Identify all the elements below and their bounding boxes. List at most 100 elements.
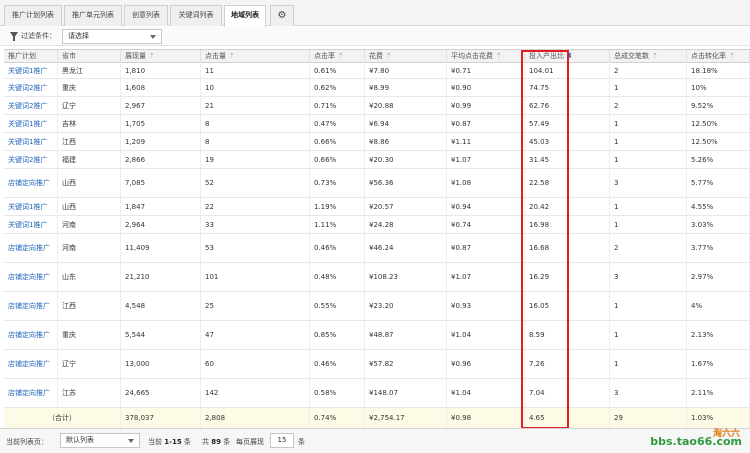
- cell-region: 山西: [58, 169, 121, 197]
- column-header-cvr[interactable]: 点击转化率 ⇡: [687, 50, 750, 63]
- table-row[interactable]: 店铺定向推广 重庆 5,544 47 0.85% ¥48.87 ¥1.04 8.59 1 2.13…: [4, 321, 750, 350]
- cell-orders: 1: [610, 151, 687, 168]
- column-header-cost[interactable]: 花费 ⇡: [365, 50, 447, 63]
- filter-select-value: 请选择: [68, 32, 89, 40]
- cell-plan[interactable]: 店铺定向推广: [4, 292, 58, 320]
- cell-region: 辽宁: [58, 350, 121, 378]
- cell-cpc: ¥0.87: [447, 115, 525, 132]
- table-row[interactable]: 关键词1推广 江西 1,209 8 0.66% ¥8.86 ¥1.11 45.03 1 12.50…: [4, 133, 750, 151]
- tab-creative-list[interactable]: 创意列表: [124, 5, 168, 26]
- cell-plan[interactable]: 店铺定向推广: [4, 263, 58, 291]
- cell-cost: ¥108.23: [365, 263, 447, 291]
- cell-roi: 62.76: [525, 97, 610, 114]
- cell-cpc: ¥1.11: [447, 133, 525, 150]
- cell-cost: ¥56.36: [365, 169, 447, 197]
- cell-plan[interactable]: 关键词1推广: [4, 115, 58, 132]
- sort-arrow-icon[interactable]: ⇡: [229, 50, 235, 62]
- cell-roi: 104.01: [525, 64, 610, 78]
- cell-clicks: 10: [201, 79, 310, 96]
- sort-arrow-icon[interactable]: ⇡: [729, 50, 735, 62]
- cell-plan[interactable]: 店铺定向推广: [4, 321, 58, 349]
- cell-cvr: 12.50%: [687, 133, 750, 150]
- total-cvr: 1.03%: [687, 408, 750, 428]
- column-header-label: 点击率: [314, 52, 335, 60]
- column-header-label: 点击量: [205, 52, 226, 60]
- tab-region-list[interactable]: 地域列表: [224, 5, 266, 27]
- tab-campaign-list[interactable]: 推广计划列表: [4, 5, 62, 26]
- cell-plan[interactable]: 关键词1推广: [4, 198, 58, 215]
- table-row[interactable]: 店铺定向推广 河南 11,409 53 0.46% ¥46.24 ¥0.87 16.68 2 3.…: [4, 234, 750, 263]
- cell-plan[interactable]: 店铺定向推广: [4, 350, 58, 378]
- total-suffix: 条: [223, 438, 231, 446]
- total-cost: ¥2,754.17: [365, 408, 447, 428]
- table-row[interactable]: 关键词2推广 辽宁 2,967 21 0.71% ¥20.88 ¥0.99 62.76 2 9.5…: [4, 97, 750, 115]
- cell-plan[interactable]: 关键词1推广: [4, 64, 58, 78]
- sort-down-icon[interactable]: ⬇: [567, 50, 573, 62]
- cell-cpc: ¥0.93: [447, 292, 525, 320]
- column-header-cpc[interactable]: 平均点击花费 ⇡: [447, 50, 525, 63]
- total-label: （合计）: [4, 408, 121, 428]
- column-header-label: 花费: [369, 52, 383, 60]
- table-row[interactable]: 关键词1推广 河南 2,964 33 1.11% ¥24.28 ¥0.74 16.98 1 3.0…: [4, 216, 750, 234]
- cell-clicks: 47: [201, 321, 310, 349]
- cell-impressions: 21,210: [121, 263, 201, 291]
- cell-clicks: 25: [201, 292, 310, 320]
- table-row[interactable]: 店铺定向推广 辽宁 13,000 60 0.46% ¥57.82 ¥0.96 7.26 1 1.6…: [4, 350, 750, 379]
- cell-plan[interactable]: 店铺定向推广: [4, 169, 58, 197]
- sort-arrow-icon[interactable]: ⇡: [386, 50, 392, 62]
- column-header-label: 点击转化率: [691, 52, 726, 60]
- column-header-impressions[interactable]: 展现量 ⇡: [121, 50, 201, 63]
- table-row[interactable]: 店铺定向推广 江苏 24,665 142 0.58% ¥148.07 ¥1.04 7.04 3 2…: [4, 379, 750, 408]
- settings-button[interactable]: ⚙: [270, 5, 294, 26]
- cell-impressions: 2,967: [121, 97, 201, 114]
- column-header-plan[interactable]: 推广计划: [4, 50, 58, 63]
- cell-impressions: 1,705: [121, 115, 201, 132]
- cell-cpc: ¥1.07: [447, 263, 525, 291]
- sort-arrow-icon[interactable]: ⇡: [149, 50, 155, 62]
- sort-arrow-icon[interactable]: ⇡: [652, 50, 658, 62]
- cell-plan[interactable]: 关键词1推广: [4, 133, 58, 150]
- cell-cost: ¥57.82: [365, 350, 447, 378]
- cell-cvr: 2.11%: [687, 379, 750, 407]
- table-row[interactable]: 关键词2推广 福建 2,866 19 0.66% ¥20.30 ¥1.07 31.45 1 5.2…: [4, 151, 750, 169]
- column-header-clicks[interactable]: 点击量 ⇡: [201, 50, 310, 63]
- column-header-label: 推广计划: [8, 52, 36, 60]
- table-row[interactable]: 关键词1推广 山西 1,847 22 1.19% ¥20.57 ¥0.94 20.42 1 4.5…: [4, 198, 750, 216]
- cell-cost: ¥20.57: [365, 198, 447, 215]
- cell-plan[interactable]: 关键词2推广: [4, 97, 58, 114]
- filter-select[interactable]: 请选择: [62, 29, 162, 44]
- cell-plan[interactable]: 关键词2推广: [4, 79, 58, 96]
- column-header-region[interactable]: 省市: [58, 50, 121, 63]
- tab-keyword-list[interactable]: 关键词列表: [170, 5, 222, 26]
- table-row[interactable]: 关键词1推广 吉林 1,705 8 0.47% ¥6.94 ¥0.87 57.49 1 12.50…: [4, 115, 750, 133]
- cell-cpc: ¥0.90: [447, 79, 525, 96]
- cell-plan[interactable]: 店铺定向推广: [4, 234, 58, 262]
- table-row[interactable]: 店铺定向推广 山西 7,085 52 0.73% ¥56.36 ¥1.08 22.58 3 5.7…: [4, 169, 750, 198]
- sort-arrow-icon[interactable]: ⇡: [338, 50, 344, 62]
- cell-clicks: 60: [201, 350, 310, 378]
- column-header-ctr[interactable]: 点击率 ⇡: [310, 50, 365, 63]
- table-row[interactable]: 关键词1推广 黑龙江 1,810 11 0.61% ¥7.80 ¥0.71 104.01 2 18…: [4, 64, 750, 79]
- cell-impressions: 2,964: [121, 216, 201, 233]
- cell-region: 山东: [58, 263, 121, 291]
- sort-arrow-icon[interactable]: ⇡: [496, 50, 502, 62]
- table-row[interactable]: 店铺定向推广 山东 21,210 101 0.48% ¥108.23 ¥1.07 16.29 3…: [4, 263, 750, 292]
- cell-orders: 3: [610, 379, 687, 407]
- column-header-label: 展现量: [125, 52, 146, 60]
- column-header-roi[interactable]: 投入产出比 ⬇: [525, 50, 610, 63]
- tab-unit-list[interactable]: 推广单元列表: [64, 5, 122, 26]
- pagesize-input[interactable]: 15: [270, 433, 294, 448]
- list-select[interactable]: 默认列表: [60, 433, 140, 448]
- table-row[interactable]: 店铺定向推广 江西 4,548 25 0.55% ¥23.20 ¥0.93 16.05 1 4%: [4, 292, 750, 321]
- cell-cvr: 5.26%: [687, 151, 750, 168]
- total-roi: 4.65: [525, 408, 610, 428]
- cell-orders: 2: [610, 234, 687, 262]
- cell-plan[interactable]: 店铺定向推广: [4, 379, 58, 407]
- cell-impressions: 13,000: [121, 350, 201, 378]
- table-row[interactable]: 关键词2推广 重庆 1,608 10 0.62% ¥8.99 ¥0.90 74.75 1 10%: [4, 79, 750, 97]
- column-header-orders[interactable]: 总成交笔数 ⇡: [610, 50, 687, 63]
- cell-plan[interactable]: 关键词2推广: [4, 151, 58, 168]
- cell-clicks: 52: [201, 169, 310, 197]
- cell-orders: 1: [610, 292, 687, 320]
- cell-plan[interactable]: 关键词1推广: [4, 216, 58, 233]
